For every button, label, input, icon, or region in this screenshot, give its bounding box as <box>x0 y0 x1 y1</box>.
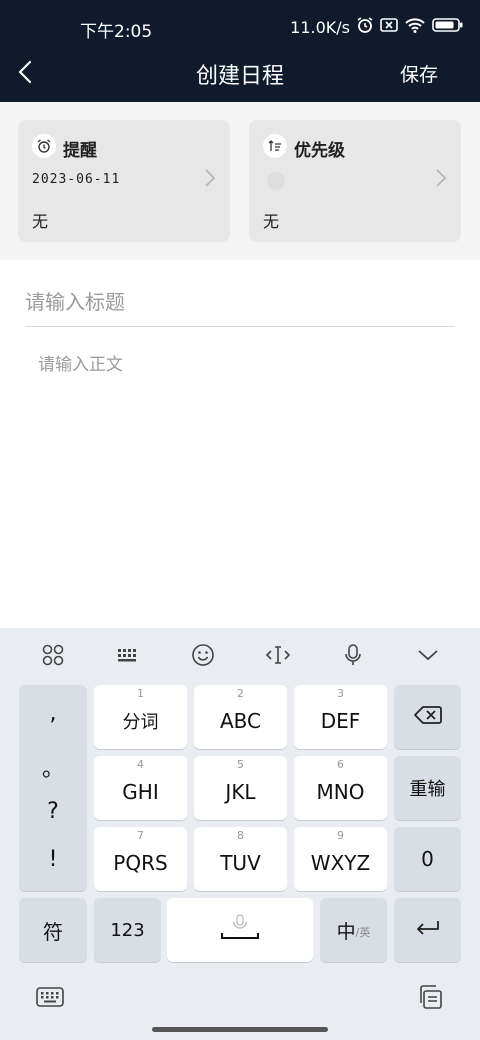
battery-icon <box>432 17 464 37</box>
space-key[interactable] <box>167 898 313 962</box>
key-4[interactable]: 4 GHI <box>94 756 187 820</box>
emoji-icon[interactable] <box>183 640 223 670</box>
backspace-icon <box>413 705 442 730</box>
home-indicator[interactable] <box>152 1027 328 1032</box>
priority-title: 优先级 <box>294 141 345 161</box>
key-7[interactable]: 7 PQRS <box>94 827 187 891</box>
reinput-key[interactable]: 重输 <box>394 756 461 820</box>
microphone-icon[interactable] <box>333 640 373 670</box>
keyboard: , 。 ? ! 1 分词 2 ABC 3 DEF 4 GHI 5 JKL 6 M… <box>0 628 480 1040</box>
clipboard-icon[interactable] <box>410 982 450 1012</box>
symbols-key[interactable]: 符 <box>19 898 87 962</box>
save-button[interactable]: 保存 <box>400 60 438 87</box>
apps-grid-icon[interactable] <box>33 640 73 670</box>
key-8[interactable]: 8 TUV <box>194 827 287 891</box>
title-input[interactable] <box>25 278 455 327</box>
key-2[interactable]: 2 ABC <box>194 685 287 749</box>
key-exclamation[interactable]: ! <box>19 847 87 872</box>
enter-icon <box>414 918 442 943</box>
zero-key[interactable]: 0 <box>394 827 461 891</box>
backspace-key[interactable] <box>394 685 461 749</box>
chevron-down-icon[interactable] <box>408 640 448 670</box>
schedule-options: 提醒 2023-06-11 无 优先级 无 <box>0 102 480 260</box>
keyboard-layout-icon[interactable] <box>108 640 148 670</box>
reminder-card[interactable]: 提醒 2023-06-11 无 <box>18 120 230 242</box>
enter-key[interactable] <box>394 898 461 962</box>
key-1[interactable]: 1 分词 <box>94 685 187 749</box>
key-6[interactable]: 6 MNO <box>294 756 387 820</box>
network-speed: 11.0K/s <box>290 17 350 37</box>
voice-space-icon <box>220 913 260 948</box>
body-input[interactable] <box>38 350 438 610</box>
key-comma[interactable]: , <box>19 701 87 726</box>
reminder-value: 无 <box>32 212 49 231</box>
priority-card[interactable]: 优先级 无 <box>249 120 461 242</box>
key-5[interactable]: 5 JKL <box>194 756 287 820</box>
key-period[interactable]: 。 <box>19 751 87 783</box>
keyboard-icon[interactable] <box>30 982 70 1012</box>
alarm-icon <box>356 16 374 38</box>
status-icons: 11.0K/s <box>290 16 464 38</box>
key-question[interactable]: ? <box>19 799 87 824</box>
text-cursor-icon[interactable] <box>258 640 298 670</box>
priority-value: 无 <box>263 212 280 231</box>
nav-bar: 创建日程 保存 <box>0 46 480 102</box>
priority-sort-icon <box>263 134 287 158</box>
language-switch-key[interactable]: 中/英 <box>320 898 387 962</box>
reminder-title: 提醒 <box>63 141 97 161</box>
status-time: 下午2:05 <box>80 22 153 42</box>
wifi-icon <box>404 17 426 37</box>
chevron-right-icon <box>435 168 447 188</box>
priority-dot <box>267 172 285 190</box>
alarm-clock-icon <box>32 134 56 158</box>
chevron-right-icon <box>204 168 216 188</box>
reminder-date: 2023-06-11 <box>32 172 121 187</box>
key-3[interactable]: 3 DEF <box>294 685 387 749</box>
punctuation-column: , 。 ? ! <box>19 685 87 891</box>
numbers-key[interactable]: 123 <box>94 898 161 962</box>
sim-off-icon <box>380 17 398 37</box>
key-9[interactable]: 9 WXYZ <box>294 827 387 891</box>
